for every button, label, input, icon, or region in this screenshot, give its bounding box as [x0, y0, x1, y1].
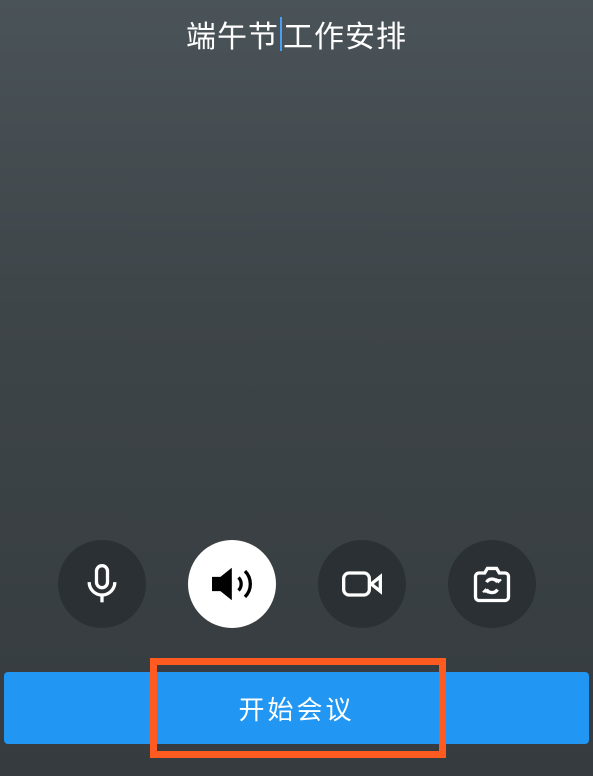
meeting-title-input: 端午节 工作安排: [186, 12, 407, 56]
speaker-button[interactable]: [188, 540, 276, 628]
speaker-icon: [210, 562, 254, 606]
video-icon: [340, 562, 384, 606]
title-part1: 端午节: [186, 12, 279, 56]
microphone-button[interactable]: [58, 540, 146, 628]
start-button-label: 开始会议: [238, 690, 354, 727]
camera-switch-button[interactable]: [448, 540, 536, 628]
title-part2: 工作安排: [283, 12, 407, 56]
camera-switch-icon: [470, 562, 514, 606]
video-button[interactable]: [318, 540, 406, 628]
controls-bar: [0, 540, 593, 628]
meeting-title-container[interactable]: 端午节 工作安排: [0, 12, 593, 56]
microphone-icon: [80, 562, 124, 606]
text-cursor: [280, 17, 282, 51]
start-meeting-button[interactable]: 开始会议: [4, 672, 589, 744]
